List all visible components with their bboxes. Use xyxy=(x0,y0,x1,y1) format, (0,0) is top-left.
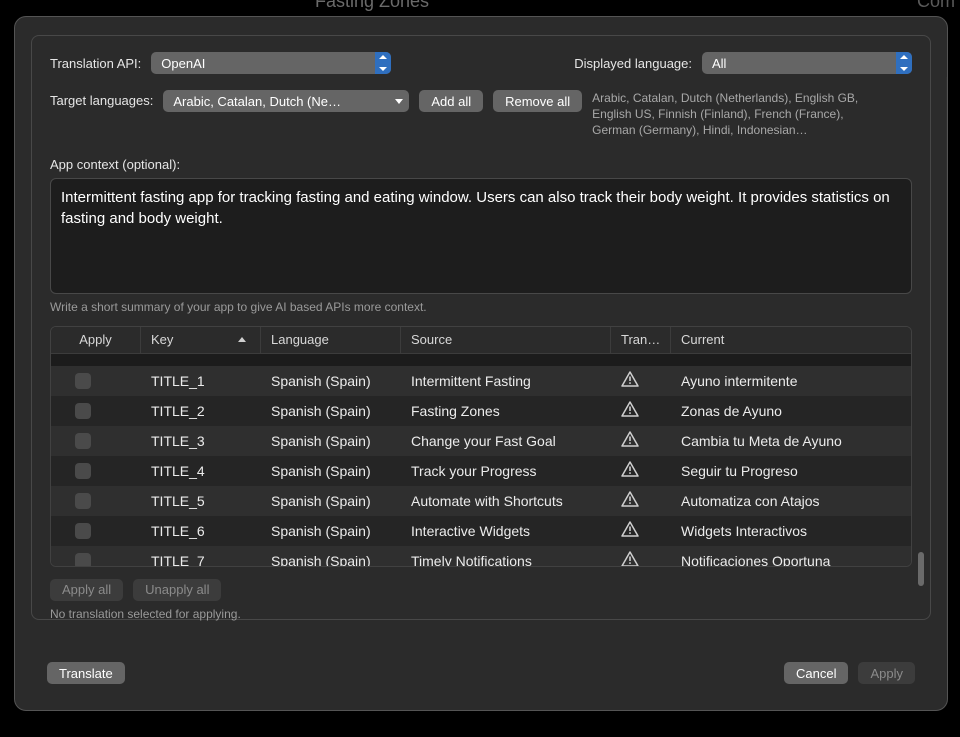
background-tab-title: Fasting Zones xyxy=(315,0,429,12)
apply-checkbox[interactable] xyxy=(75,463,91,479)
app-context-label: App context (optional): xyxy=(50,157,912,172)
cancel-button[interactable]: Cancel xyxy=(784,662,848,684)
translation-api-select[interactable]: OpenAI xyxy=(151,52,391,74)
cell-current: Automatiza con Atajos xyxy=(671,493,911,509)
cell-language: Spanish (Spain) xyxy=(261,523,401,539)
cell-translation xyxy=(611,431,671,450)
warning-icon xyxy=(621,401,639,417)
unapply-all-button[interactable]: Unapply all xyxy=(133,579,221,601)
cell-source: Automate with Shortcuts xyxy=(401,493,611,509)
displayed-language-select[interactable]: All xyxy=(702,52,912,74)
chevron-down-icon xyxy=(395,99,403,104)
apply-checkbox[interactable] xyxy=(75,523,91,539)
sort-asc-icon xyxy=(238,337,246,342)
table-row[interactable]: TITLE_2Spanish (Spain)Fasting Zones Zonas… xyxy=(51,396,911,426)
col-apply[interactable]: Apply xyxy=(51,327,141,353)
dialog-footer: Translate Cancel Apply xyxy=(47,662,915,684)
cell-translation xyxy=(611,491,671,510)
cell-current: Zonas de Ayuno xyxy=(671,403,911,419)
updown-icon xyxy=(375,52,391,74)
content-panel: Translation API: OpenAI Displayed langua… xyxy=(31,35,931,620)
cell-current: Seguir tu Progreso xyxy=(671,463,911,479)
scrollbar-thumb[interactable] xyxy=(918,552,924,586)
cell-source: Intermittent Fasting xyxy=(401,373,611,389)
apply-status: No translation selected for applying. xyxy=(50,607,912,621)
cell-current: Notificaciones Oportuna xyxy=(671,553,911,566)
cell-key: TITLE_7 xyxy=(141,553,261,566)
apply-checkbox[interactable] xyxy=(75,493,91,509)
cell-current: Cambia tu Meta de Ayuno xyxy=(671,433,911,449)
table-row[interactable]: TITLE_1Spanish (Spain)Intermittent Fasti… xyxy=(51,366,911,396)
apply-checkbox[interactable] xyxy=(75,433,91,449)
cell-translation xyxy=(611,521,671,540)
cell-key: TITLE_2 xyxy=(141,403,261,419)
apply-checkbox[interactable] xyxy=(75,553,91,566)
cell-key: TITLE_1 xyxy=(141,373,261,389)
apply-checkbox[interactable] xyxy=(75,403,91,419)
target-languages-select[interactable]: Arabic, Catalan, Dutch (Ne… xyxy=(163,90,409,112)
table-header: Apply Key Language Source Tran… Current xyxy=(51,327,911,354)
warning-icon xyxy=(621,461,639,477)
remove-all-button[interactable]: Remove all xyxy=(493,90,582,112)
cell-language: Spanish (Spain) xyxy=(261,463,401,479)
col-source[interactable]: Source xyxy=(401,327,611,353)
apply-button[interactable]: Apply xyxy=(858,662,915,684)
translation-api-value: OpenAI xyxy=(161,56,367,71)
cell-key: TITLE_6 xyxy=(141,523,261,539)
cell-translation xyxy=(611,371,671,390)
translate-button[interactable]: Translate xyxy=(47,662,125,684)
cell-current: Widgets Interactivos xyxy=(671,523,911,539)
displayed-language-label: Displayed language: xyxy=(574,56,692,71)
col-current[interactable]: Current xyxy=(671,327,911,353)
warning-icon xyxy=(621,371,639,387)
cell-key: TITLE_3 xyxy=(141,433,261,449)
warning-icon xyxy=(621,551,639,566)
cell-current: Ayuno intermitente xyxy=(671,373,911,389)
apply-all-button[interactable]: Apply all xyxy=(50,579,123,601)
cell-source: Change your Fast Goal xyxy=(401,433,611,449)
cell-language: Spanish (Spain) xyxy=(261,433,401,449)
cell-translation xyxy=(611,461,671,480)
add-all-button[interactable]: Add all xyxy=(419,90,483,112)
col-key[interactable]: Key xyxy=(141,327,261,353)
table-row[interactable]: TITLE_6Spanish (Spain)Interactive Widget… xyxy=(51,516,911,546)
warning-icon xyxy=(621,491,639,507)
app-context-help: Write a short summary of your app to giv… xyxy=(50,300,912,314)
cell-translation xyxy=(611,551,671,566)
background-tab-partial: Com xyxy=(917,0,955,12)
dialog: Fasting Zones Com Translation API: OpenA… xyxy=(14,16,948,711)
cell-key: TITLE_5 xyxy=(141,493,261,509)
warning-icon xyxy=(621,431,639,447)
col-language[interactable]: Language xyxy=(261,327,401,353)
cell-language: Spanish (Spain) xyxy=(261,373,401,389)
cell-source: Track your Progress xyxy=(401,463,611,479)
apply-checkbox[interactable] xyxy=(75,373,91,389)
cell-language: Spanish (Spain) xyxy=(261,493,401,509)
table-row[interactable]: TITLE_7Spanish (Spain)Timely Notificatio… xyxy=(51,546,911,566)
table-spacer xyxy=(51,354,911,366)
target-languages-label: Target languages: xyxy=(50,93,153,108)
col-translation[interactable]: Tran… xyxy=(611,327,671,353)
cell-source: Timely Notifications xyxy=(401,553,611,566)
target-languages-note: Arabic, Catalan, Dutch (Netherlands), En… xyxy=(592,90,882,139)
table-row[interactable]: TITLE_5Spanish (Spain)Automate with Shor… xyxy=(51,486,911,516)
updown-icon xyxy=(896,52,912,74)
target-languages-value: Arabic, Catalan, Dutch (Ne… xyxy=(173,94,389,109)
cell-translation xyxy=(611,401,671,420)
table-row[interactable]: TITLE_4Spanish (Spain)Track your Progres… xyxy=(51,456,911,486)
warning-icon xyxy=(621,521,639,537)
cell-source: Fasting Zones xyxy=(401,403,611,419)
table-body: TITLE_1Spanish (Spain)Intermittent Fasti… xyxy=(51,354,911,566)
translations-table: Apply Key Language Source Tran… Current … xyxy=(50,326,912,567)
table-row[interactable]: TITLE_3Spanish (Spain)Change your Fast G… xyxy=(51,426,911,456)
app-context-textarea[interactable]: Intermittent fasting app for tracking fa… xyxy=(50,178,912,294)
cell-language: Spanish (Spain) xyxy=(261,553,401,566)
translation-api-label: Translation API: xyxy=(50,56,141,71)
cell-language: Spanish (Spain) xyxy=(261,403,401,419)
cell-source: Interactive Widgets xyxy=(401,523,611,539)
cell-key: TITLE_4 xyxy=(141,463,261,479)
displayed-language-value: All xyxy=(712,56,888,71)
